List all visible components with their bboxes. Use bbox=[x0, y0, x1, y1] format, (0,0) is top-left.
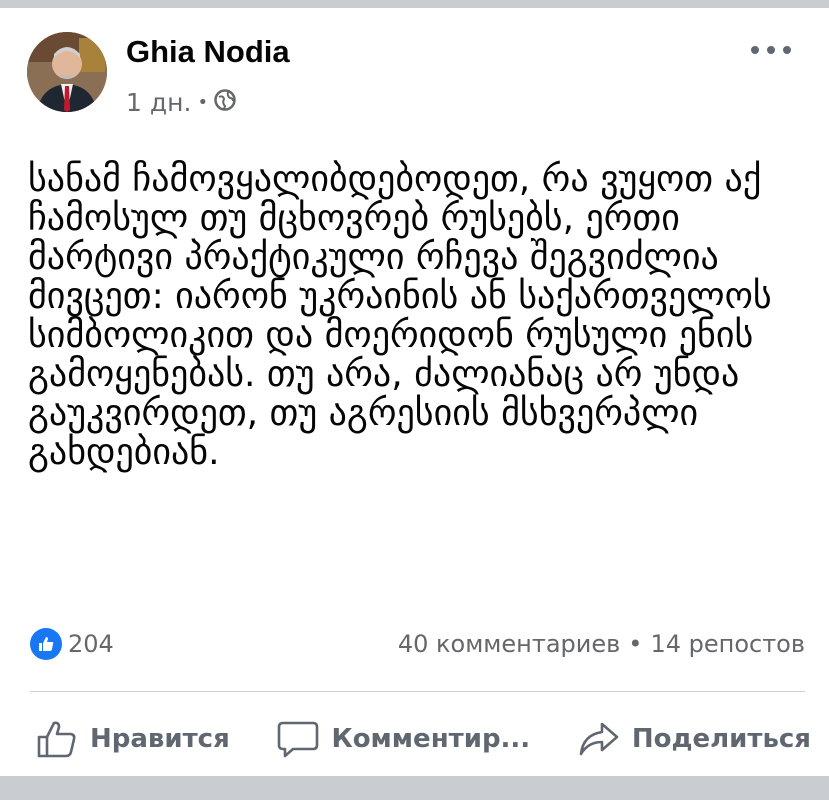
more-options-button[interactable] bbox=[751, 38, 791, 62]
share-button[interactable]: Поделиться bbox=[578, 719, 811, 759]
like-button[interactable]: Нравится bbox=[36, 719, 230, 759]
comments-count[interactable]: 40 комментариев bbox=[398, 630, 620, 658]
counts-separator: • bbox=[628, 630, 643, 658]
more-dot-icon bbox=[767, 46, 775, 54]
avatar-photo bbox=[27, 32, 107, 112]
post-stats: 204 40 комментариев • 14 репостов bbox=[30, 628, 805, 662]
action-bar: Нравится Комментир... Поделиться bbox=[36, 716, 811, 762]
author-avatar[interactable] bbox=[27, 32, 107, 112]
engagement-counts: 40 комментариев • 14 репостов bbox=[398, 630, 805, 658]
like-reaction-icon bbox=[30, 628, 62, 660]
divider bbox=[30, 691, 805, 692]
shares-count[interactable]: 14 репостов bbox=[650, 630, 805, 658]
more-dot-icon bbox=[751, 46, 759, 54]
comment-label: Комментир... bbox=[331, 724, 531, 754]
like-label: Нравится bbox=[90, 724, 230, 754]
post-time[interactable]: 1 дн. bbox=[126, 88, 191, 117]
more-dot-icon bbox=[783, 46, 791, 54]
share-label: Поделиться bbox=[631, 724, 811, 754]
comment-bubble-icon bbox=[277, 719, 319, 759]
post-text: სანამ ჩამოვყალიბდებოდეთ, რა ვუყოთ აქ ჩამ… bbox=[28, 159, 772, 473]
likes-number: 204 bbox=[68, 630, 114, 658]
share-arrow-icon bbox=[578, 719, 620, 759]
post-meta: 1 дн. • bbox=[126, 88, 236, 117]
top-feed-gap bbox=[0, 0, 829, 8]
meta-separator: • bbox=[197, 92, 209, 113]
comment-button[interactable]: Комментир... bbox=[277, 719, 530, 759]
likes-count[interactable]: 204 bbox=[30, 628, 114, 660]
bottom-feed-gap bbox=[0, 776, 829, 800]
post-card: Ghia Nodia 1 дн. • სანამ ჩამოვყალიბდებოდ… bbox=[0, 8, 829, 776]
globe-icon bbox=[214, 88, 236, 117]
thumbs-up-icon bbox=[36, 719, 78, 759]
author-name[interactable]: Ghia Nodia bbox=[126, 34, 290, 70]
